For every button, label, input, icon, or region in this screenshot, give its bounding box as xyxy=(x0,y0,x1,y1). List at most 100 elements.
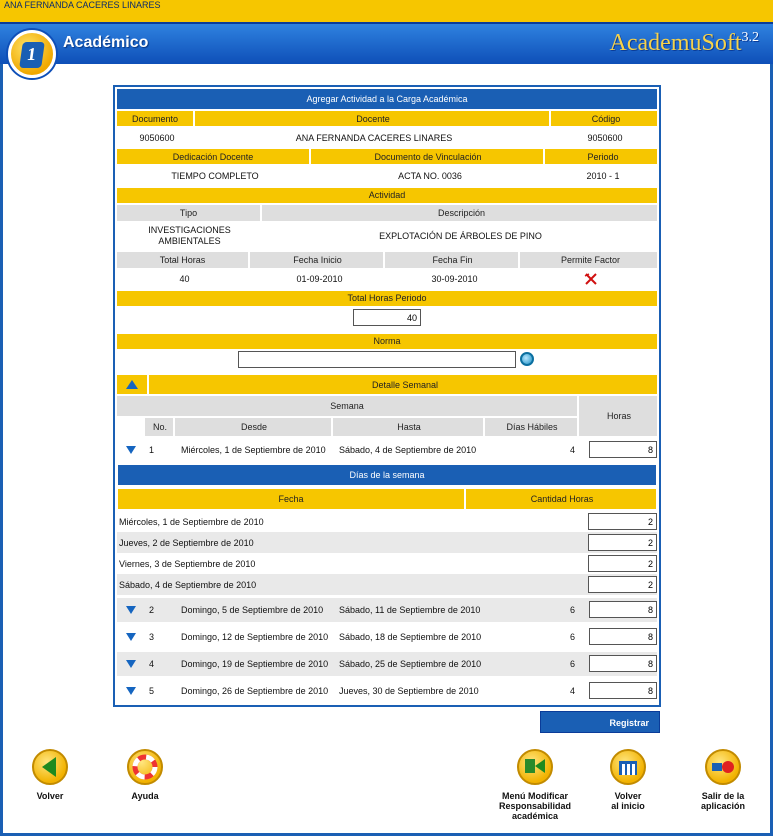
dedication-row: TIEMPO COMPLETO ACTA NO. 0036 2010 - 1 xyxy=(117,165,657,187)
menu-arrow-icon xyxy=(517,749,553,785)
tipo-header: Tipo xyxy=(117,205,262,221)
day-fecha: Miércoles, 1 de Septiembre de 2010 xyxy=(119,516,264,527)
register-button[interactable]: Registrar xyxy=(540,711,660,733)
tipo-value: INVESTIGACIONES AMBIENTALES xyxy=(117,221,262,251)
day-row: Sábado, 4 de Septiembre de 2010 xyxy=(117,574,657,595)
week-dias: 4 xyxy=(569,445,575,455)
day-row: Viernes, 3 de Septiembre de 2010 xyxy=(117,553,657,574)
day-horas-input[interactable] xyxy=(588,576,657,593)
week-horas-input[interactable] xyxy=(589,601,657,618)
fecha-fin-value: 30-09-2010 xyxy=(431,274,478,284)
day-fecha: Sábado, 4 de Septiembre de 2010 xyxy=(119,579,257,590)
week-horas-input[interactable] xyxy=(589,655,657,672)
dias-semana-header: Días de la semana xyxy=(118,465,656,485)
menu-label-line2: Responsabilidad xyxy=(498,801,571,811)
expand-week-icon[interactable] xyxy=(117,598,145,622)
fecha-fin-header: Fecha Fin xyxy=(387,252,520,268)
week-horas-input[interactable] xyxy=(589,441,657,458)
form-panel: Agregar Actividad a la Carga Académica D… xyxy=(113,85,661,707)
horas-header: Horas xyxy=(577,396,657,436)
menu-label-line1: Menú Modificar xyxy=(501,791,568,801)
periodo-value: 2010 - 1 xyxy=(586,171,620,181)
expand-week-icon[interactable] xyxy=(117,438,145,462)
form-title: Agregar Actividad a la Carga Académica xyxy=(117,89,657,109)
blank-header-cell xyxy=(117,418,145,436)
collapse-icon[interactable] xyxy=(117,375,149,394)
permite-factor-no-icon xyxy=(522,269,659,289)
week-no: 1 xyxy=(149,445,155,455)
page-title: Académico xyxy=(63,34,149,51)
back-button[interactable]: Volver xyxy=(20,749,80,801)
activity-header-row: Tipo Descripción xyxy=(117,205,657,221)
home-button[interactable]: Volver al inicio xyxy=(598,749,658,811)
norma-input[interactable] xyxy=(238,351,516,368)
search-icon[interactable] xyxy=(520,352,534,366)
periodo-header: Periodo xyxy=(587,151,619,162)
menu-modificar-label: Menú Modificar Responsabilidad académica xyxy=(490,791,580,821)
teacher-header-row: Documento Docente Código xyxy=(117,111,657,126)
week-row: 1 Miércoles, 1 de Septiembre de 2010 Sáb… xyxy=(117,438,657,462)
week-desde: Domingo, 19 de Septiembre de 2010 xyxy=(181,659,329,669)
detalle-semanal-header: Detalle Semanal xyxy=(371,379,439,390)
week-no: 3 xyxy=(149,632,155,642)
week-no: 5 xyxy=(149,686,155,696)
week-row: 2 Domingo, 5 de Septiembre de 2010 Sábad… xyxy=(117,598,657,622)
fecha-inicio-header: Fecha Inicio xyxy=(252,252,385,268)
fecha-inicio-value: 01-09-2010 xyxy=(296,274,343,284)
horas-label: Horas xyxy=(606,411,631,421)
day-horas-input[interactable] xyxy=(588,534,657,551)
expand-week-icon[interactable] xyxy=(117,679,145,703)
user-bar: ANA FERNANDA CACERES LINARES xyxy=(0,0,773,24)
descripcion-header: Descripción xyxy=(437,208,486,218)
week-desde: Domingo, 5 de Septiembre de 2010 xyxy=(181,605,324,615)
week-dias: 4 xyxy=(569,686,575,696)
day-fecha: Jueves, 2 de Septiembre de 2010 xyxy=(119,537,254,548)
expand-week-icon[interactable] xyxy=(117,625,145,649)
day-horas-input[interactable] xyxy=(588,513,657,530)
tipo-line2: AMBIENTALES xyxy=(158,236,221,246)
total-horas-header: Total Horas xyxy=(117,252,250,268)
week-hasta: Sábado, 25 de Septiembre de 2010 xyxy=(339,659,482,669)
activity-row: INVESTIGACIONES AMBIENTALES EXPLOTACIÓN … xyxy=(117,221,657,251)
exit-label-line1: Salir de la xyxy=(701,791,745,801)
detalle-semanal-row: Detalle Semanal xyxy=(117,375,657,394)
desde-header: Desde xyxy=(177,418,333,436)
lifebuoy-icon xyxy=(127,749,163,785)
total-horas-periodo-header: Total Horas Periodo xyxy=(117,291,657,306)
day-horas-input[interactable] xyxy=(588,555,657,572)
week-horas-input[interactable] xyxy=(589,628,657,645)
user-name: ANA FERNANDA CACERES LINARES xyxy=(4,0,161,10)
menu-modificar-button[interactable]: Menú Modificar Responsabilidad académica xyxy=(490,749,580,821)
expand-week-icon[interactable] xyxy=(117,652,145,676)
exit-button[interactable]: Salir de la aplicación xyxy=(692,749,754,811)
week-horas-input[interactable] xyxy=(589,682,657,699)
hours-row: 40 01-09-2010 30-09-2010 xyxy=(117,269,657,289)
home-label-line2: al inicio xyxy=(611,801,645,811)
total-horas-periodo-input[interactable] xyxy=(353,309,421,326)
week-row: 3 Domingo, 12 de Septiembre de 2010 Sába… xyxy=(117,625,657,649)
codigo-header: Código xyxy=(591,113,621,124)
back-label: Volver xyxy=(36,791,64,801)
week-desde: Domingo, 12 de Septiembre de 2010 xyxy=(181,632,329,642)
docente-header: Docente xyxy=(197,111,551,126)
exit-label: Salir de la aplicación xyxy=(692,791,754,811)
teacher-row: 9050600 ANA FERNANDA CACERES LINARES 905… xyxy=(117,127,657,149)
brand-version: 3.2 xyxy=(741,30,760,45)
total-horas-value: 40 xyxy=(179,274,190,284)
documento-value: 9050600 xyxy=(139,133,175,143)
week-column-header-row: No. Desde Hasta Días Hábiles xyxy=(117,418,577,436)
day-row: Miércoles, 1 de Septiembre de 2010 xyxy=(117,511,657,532)
actividad-header: Actividad xyxy=(117,188,657,203)
fecha-header: Fecha xyxy=(118,489,466,509)
permite-factor-header: Permite Factor xyxy=(560,255,620,265)
help-button[interactable]: Ayuda xyxy=(115,749,175,801)
tipo-line1: INVESTIGACIONES xyxy=(148,225,231,235)
day-fecha: Viernes, 3 de Septiembre de 2010 xyxy=(119,558,256,569)
week-hasta: Sábado, 4 de Septiembre de 2010 xyxy=(339,445,477,455)
week-hasta: Jueves, 30 de Septiembre de 2010 xyxy=(339,686,479,696)
week-desde: Domingo, 26 de Septiembre de 2010 xyxy=(181,686,329,696)
week-dias: 6 xyxy=(569,605,575,615)
codigo-value: 9050600 xyxy=(587,133,623,143)
day-row: Jueves, 2 de Septiembre de 2010 xyxy=(117,532,657,553)
descripcion-value: EXPLOTACIÓN DE ÁRBOLES DE PINO xyxy=(379,231,542,241)
